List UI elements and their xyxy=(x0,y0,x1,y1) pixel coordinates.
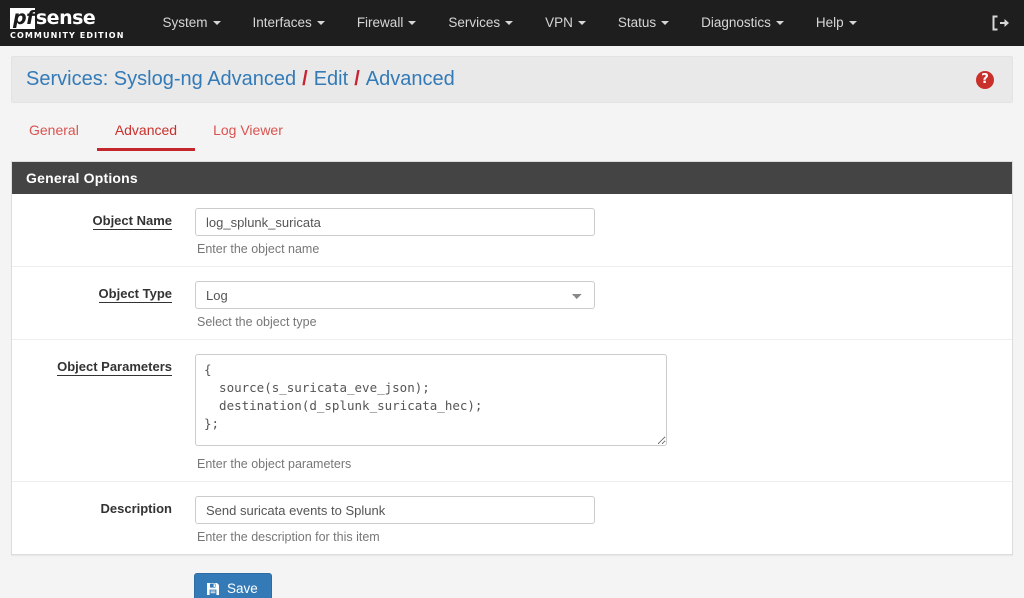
nav-item-diagnostics[interactable]: Diagnostics xyxy=(685,0,800,46)
chevron-down-icon xyxy=(661,21,670,26)
field-object-name: Enter the object name xyxy=(184,208,1012,256)
brand-pf-text: pf xyxy=(10,8,35,29)
tab-general[interactable]: General xyxy=(11,115,97,151)
label-text: Object Name xyxy=(92,213,172,230)
nav-item-label: Help xyxy=(815,15,844,30)
nav-item-help[interactable]: Help xyxy=(800,0,873,46)
nav-item-label: VPN xyxy=(545,15,573,30)
tab-log-viewer[interactable]: Log Viewer xyxy=(195,115,301,151)
chevron-down-icon xyxy=(212,21,221,26)
tab-bar: General Advanced Log Viewer xyxy=(0,103,1024,151)
chevron-down-icon xyxy=(408,21,417,26)
nav-item-vpn[interactable]: VPN xyxy=(529,0,602,46)
form-row-description: Description Enter the description for th… xyxy=(12,482,1012,554)
label-object-parameters: Object Parameters xyxy=(12,354,184,376)
nav-item-label: Status xyxy=(617,15,657,30)
help-object-name: Enter the object name xyxy=(197,242,320,256)
description-input[interactable] xyxy=(195,496,595,524)
help-object-type: Select the object type xyxy=(197,315,317,329)
help-icon[interactable]: ? xyxy=(976,70,994,89)
save-floppy-icon xyxy=(207,582,219,595)
chevron-down-icon xyxy=(577,21,586,26)
brand-wordmark: pf sense xyxy=(10,7,125,29)
tab-label: Log Viewer xyxy=(213,122,283,138)
object-parameters-textarea[interactable]: { source(s_suricata_eve_json); destinati… xyxy=(195,354,667,446)
breadcrumb: Services: Syslog-ng Advanced / Edit / Ad… xyxy=(11,56,1013,103)
help-description: Enter the description for this item xyxy=(197,530,380,544)
panel-title: General Options xyxy=(12,162,1012,194)
top-navbar: pf sense COMMUNITY EDITION System Interfa… xyxy=(0,0,1024,46)
navbar-menu: System Interfaces Firewall Services VPN … xyxy=(147,0,873,46)
breadcrumb-item-services[interactable]: Services: Syslog-ng Advanced xyxy=(26,68,296,91)
breadcrumb-container: Services: Syslog-ng Advanced / Edit / Ad… xyxy=(0,46,1024,103)
label-text: Object Parameters xyxy=(57,359,172,376)
nav-item-label: Services xyxy=(448,15,501,30)
label-object-name: Object Name xyxy=(12,208,184,230)
nav-item-system[interactable]: System xyxy=(147,0,237,46)
breadcrumb-item-edit[interactable]: Edit xyxy=(314,68,348,91)
nav-item-label: Diagnostics xyxy=(701,15,771,30)
field-description: Enter the description for this item xyxy=(184,496,1012,544)
field-object-parameters: { source(s_suricata_eve_json); destinati… xyxy=(184,354,1012,471)
tab-advanced[interactable]: Advanced xyxy=(96,115,196,151)
chevron-down-icon xyxy=(775,21,784,26)
brand-subtitle: COMMUNITY EDITION xyxy=(10,30,125,40)
breadcrumb-separator: / xyxy=(354,68,360,90)
object-type-select[interactable]: Log xyxy=(195,281,595,309)
pfsense-logo[interactable]: pf sense COMMUNITY EDITION xyxy=(8,7,125,40)
label-description: Description xyxy=(12,496,184,516)
form-row-object-parameters: Object Parameters { source(s_suricata_ev… xyxy=(12,340,1012,482)
nav-item-label: Interfaces xyxy=(252,15,312,30)
object-name-input[interactable] xyxy=(195,208,595,236)
form-actions: Save xyxy=(0,555,1024,598)
nav-item-services[interactable]: Services xyxy=(432,0,529,46)
chevron-down-icon xyxy=(505,21,514,26)
logout-icon[interactable] xyxy=(990,13,1010,33)
chevron-down-icon xyxy=(848,21,857,26)
breadcrumb-separator: / xyxy=(302,68,308,90)
navbar-right-area xyxy=(990,0,1010,46)
nav-item-interfaces[interactable]: Interfaces xyxy=(237,0,341,46)
chevron-down-icon xyxy=(316,21,325,26)
field-object-type: Log Select the object type xyxy=(184,281,1012,329)
tab-label: Advanced xyxy=(114,122,178,138)
label-text: Object Type xyxy=(98,286,172,303)
label-object-type: Object Type xyxy=(12,281,184,303)
panel-body: Object Name Enter the object name Object… xyxy=(12,194,1012,554)
nav-item-firewall[interactable]: Firewall xyxy=(341,0,433,46)
label-text: Description xyxy=(100,501,172,516)
form-row-object-name: Object Name Enter the object name xyxy=(12,194,1012,267)
nav-item-label: System xyxy=(162,15,208,30)
nav-item-status[interactable]: Status xyxy=(602,0,685,46)
breadcrumb-item-advanced[interactable]: Advanced xyxy=(366,68,455,91)
form-row-object-type: Object Type Log Select the object type xyxy=(12,267,1012,340)
save-button-label: Save xyxy=(227,581,258,596)
save-button[interactable]: Save xyxy=(194,573,272,598)
help-object-parameters: Enter the object parameters xyxy=(197,457,352,471)
tab-label: General xyxy=(29,122,79,138)
nav-item-label: Firewall xyxy=(356,15,404,30)
general-options-panel: General Options Object Name Enter the ob… xyxy=(11,161,1013,555)
brand-sense-text: sense xyxy=(35,7,96,29)
